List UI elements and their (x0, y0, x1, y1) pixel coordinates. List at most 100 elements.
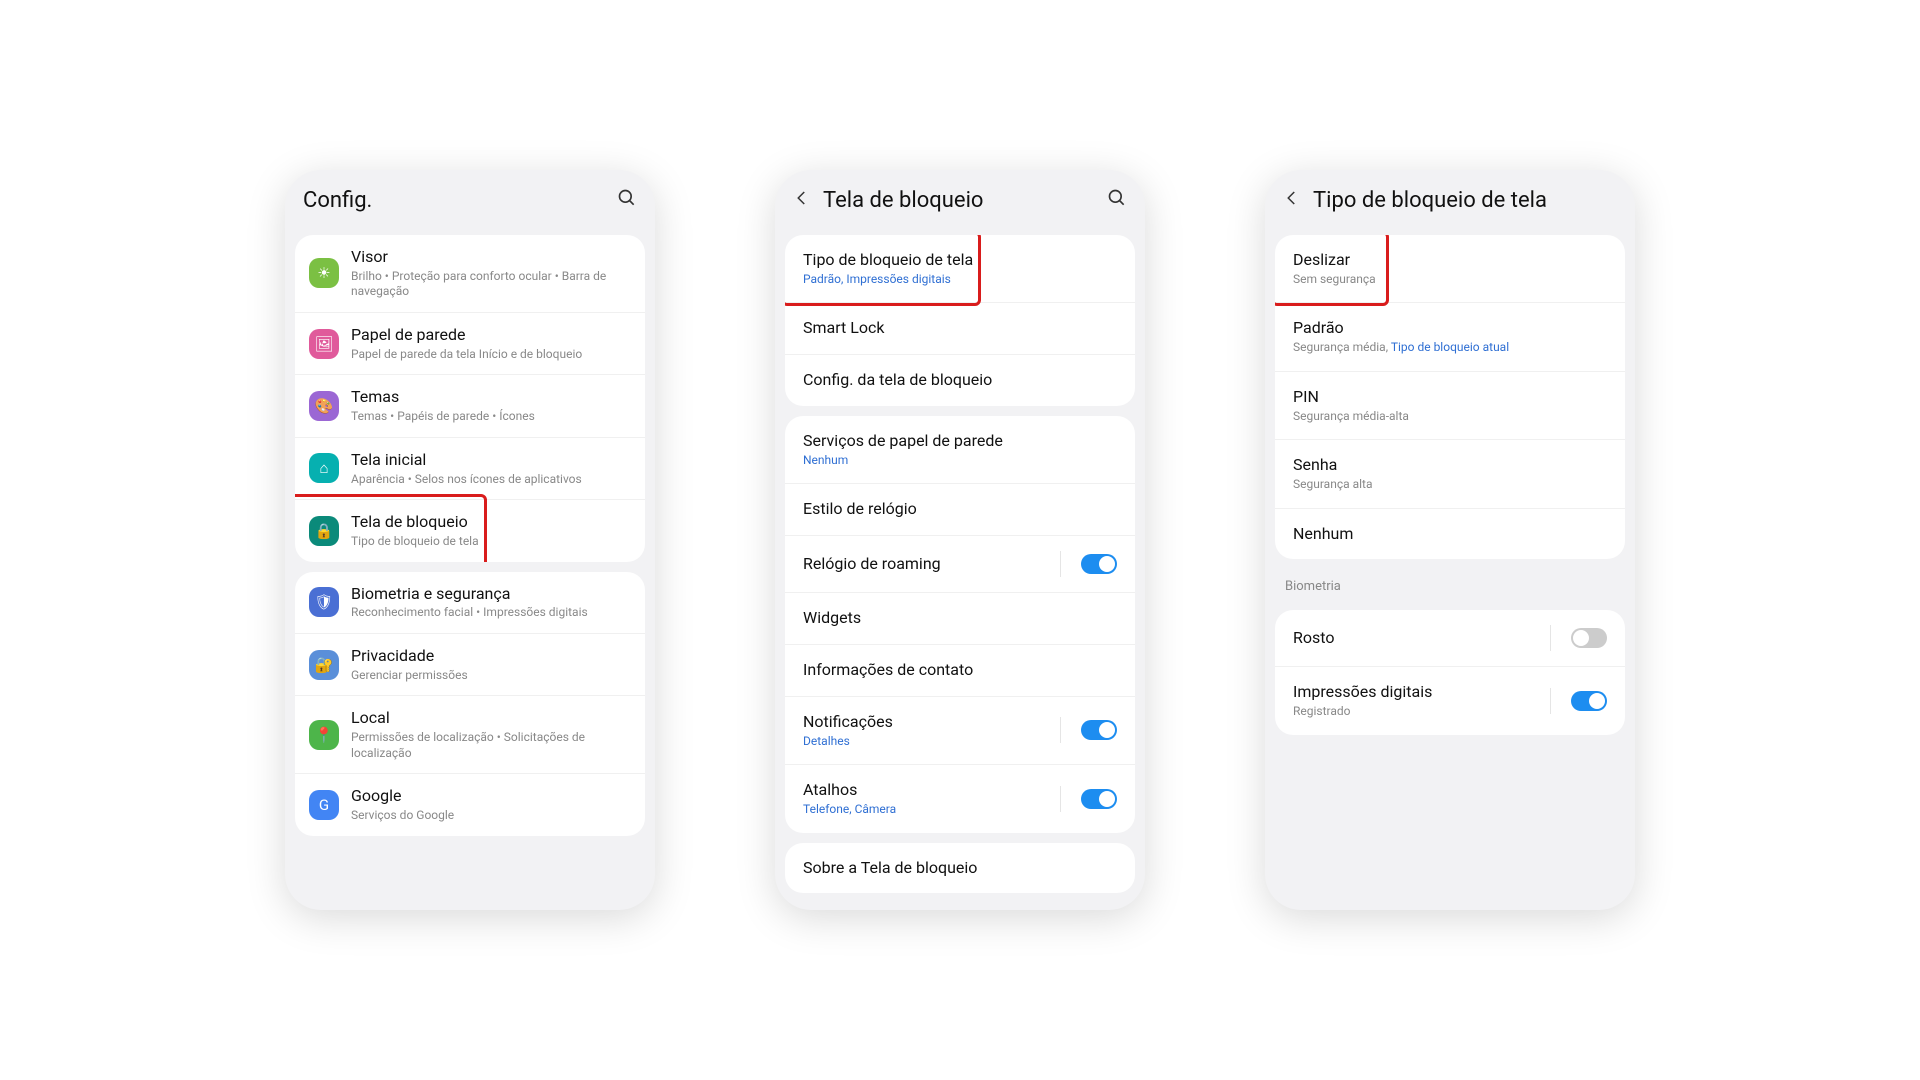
visor-icon: ☀ (309, 258, 339, 288)
settings-section: Sobre a Tela de bloqueio (785, 843, 1135, 894)
home-icon: ⌂ (309, 453, 339, 483)
item-subtitle: Papel de parede da tela Início e de bloq… (351, 347, 631, 363)
page-title: Tela de bloqueio (823, 188, 1095, 213)
back-icon[interactable] (793, 188, 811, 213)
item-title: Deslizar (1293, 250, 1607, 271)
item-subtitle: Registrado (1293, 704, 1538, 720)
item-title: Serviços de papel de parede (803, 431, 1117, 452)
item-title: Tela inicial (351, 450, 631, 471)
item-subtitle: Reconhecimento facial • Impressões digit… (351, 605, 631, 621)
notifications-toggle[interactable] (1081, 720, 1117, 740)
themes-icon: 🎨 (309, 391, 339, 421)
item-title: Privacidade (351, 646, 631, 667)
item-text: PINSegurança média-alta (1293, 387, 1607, 424)
item-text: Nenhum (1293, 524, 1607, 545)
item-text: Estilo de relógio (803, 499, 1117, 520)
item-title: Estilo de relógio (803, 499, 1117, 520)
item-text: PadrãoSegurança média, Tipo de bloqueio … (1293, 318, 1607, 355)
item-text: Informações de contato (803, 660, 1117, 681)
setting-item-roamingclock[interactable]: Relógio de roaming (785, 536, 1135, 593)
item-subtitle: Detalhes (803, 734, 1048, 750)
item-title: Smart Lock (803, 318, 1117, 339)
header: Tela de bloqueio (775, 170, 1145, 225)
item-title: Padrão (1293, 318, 1607, 339)
setting-item-location[interactable]: 📍 LocalPermissões de localização • Solici… (295, 696, 645, 774)
back-icon[interactable] (1283, 188, 1301, 213)
face-toggle[interactable] (1571, 628, 1607, 648)
item-title: Visor (351, 247, 631, 268)
item-subtitle: Telefone, Câmera (803, 802, 1048, 818)
setting-item-home[interactable]: ⌂ Tela inicialAparência • Selos nos ícone… (295, 438, 645, 500)
item-subtitle: Nenhum (803, 453, 1117, 469)
item-subtitle: Serviços do Google (351, 808, 631, 824)
item-text: Biometria e segurançaReconhecimento faci… (351, 584, 631, 621)
item-subtitle: Segurança alta (1293, 477, 1607, 493)
item-text: Tela inicialAparência • Selos nos ícones… (351, 450, 631, 487)
header: Tipo de bloqueio de tela (1265, 170, 1635, 225)
setting-item-fingerprint[interactable]: Impressões digitaisRegistrado (1275, 667, 1625, 734)
setting-item-face[interactable]: Rosto (1275, 610, 1625, 667)
setting-item-notifications[interactable]: NotificaçõesDetalhes (785, 697, 1135, 765)
settings-section: Tipo de bloqueio de telaPadrão, Impressõ… (785, 235, 1135, 406)
item-text: LocalPermissões de localização • Solicit… (351, 708, 631, 761)
setting-item-google[interactable]: GGoogleServiços do Google (295, 774, 645, 835)
setting-item-contactinfo[interactable]: Informações de contato (785, 645, 1135, 697)
shortcuts-toggle[interactable] (1081, 789, 1117, 809)
setting-item-wpservices[interactable]: Serviços de papel de paredeNenhum (785, 416, 1135, 484)
setting-item-about[interactable]: Sobre a Tela de bloqueio (785, 843, 1135, 894)
item-text: Smart Lock (803, 318, 1117, 339)
item-text: Papel de paredePapel de parede da tela I… (351, 325, 631, 362)
item-text: GoogleServiços do Google (351, 786, 631, 823)
search-icon[interactable] (617, 188, 637, 213)
setting-item-clockstyle[interactable]: Estilo de relógio (785, 484, 1135, 536)
search-icon[interactable] (1107, 188, 1127, 213)
setting-item-password[interactable]: SenhaSegurança alta (1275, 440, 1625, 508)
settings-section: Rosto Impressões digitaisRegistrado (1275, 610, 1625, 734)
item-subtitle: Segurança média-alta (1293, 409, 1607, 425)
setting-item-privacy[interactable]: 🔐PrivacidadeGerenciar permissões (295, 634, 645, 696)
setting-item-pattern[interactable]: PadrãoSegurança média, Tipo de bloqueio … (1275, 303, 1625, 371)
item-title: Local (351, 708, 631, 729)
item-text: NotificaçõesDetalhes (803, 712, 1048, 749)
page-title: Tipo de bloqueio de tela (1313, 188, 1617, 213)
item-title: Atalhos (803, 780, 1048, 801)
setting-item-themes[interactable]: 🎨TemasTemas • Papéis de parede • Ícones (295, 375, 645, 437)
item-subtitle: Segurança média, Tipo de bloqueio atual (1293, 340, 1607, 356)
item-title: Relógio de roaming (803, 554, 1048, 575)
setting-item-wallpaper[interactable]: 🖼Papel de paredePapel de parede da tela … (295, 313, 645, 375)
item-subtitle: Permissões de localização • Solicitações… (351, 730, 631, 761)
setting-item-none[interactable]: Nenhum (1275, 509, 1625, 560)
item-text: VisorBrilho • Proteção para conforto ocu… (351, 247, 631, 300)
header: Config. (285, 170, 655, 225)
setting-item-biometrics[interactable]: 🛡 Biometria e segurançaReconhecimento fac… (295, 572, 645, 634)
setting-item-widgets[interactable]: Widgets (785, 593, 1135, 645)
item-text: Widgets (803, 608, 1117, 629)
setting-item-locksettings[interactable]: Config. da tela de bloqueio (785, 355, 1135, 406)
item-subtitle: Aparência • Selos nos ícones de aplicati… (351, 472, 631, 488)
setting-item-lockscreen[interactable]: 🔒Tela de bloqueioTipo de bloqueio de tel… (295, 500, 645, 561)
biometrics-icon: 🛡 (309, 587, 339, 617)
setting-item-pin[interactable]: PINSegurança média-alta (1275, 372, 1625, 440)
setting-item-locktype[interactable]: Tipo de bloqueio de telaPadrão, Impressõ… (785, 235, 1135, 303)
item-title: PIN (1293, 387, 1607, 408)
settings-section: DeslizarSem segurançaPadrãoSegurança méd… (1275, 235, 1625, 559)
page-title: Config. (303, 188, 605, 213)
phone-settings: Config. ☀ VisorBrilho • Proteção para con… (285, 170, 655, 910)
phone-locktype: Tipo de bloqueio de tela DeslizarSem seg… (1265, 170, 1635, 910)
setting-item-swipe[interactable]: DeslizarSem segurança (1275, 235, 1625, 303)
setting-item-smartlock[interactable]: Smart Lock (785, 303, 1135, 355)
setting-item-visor[interactable]: ☀ VisorBrilho • Proteção para conforto oc… (295, 235, 645, 313)
item-subtitle: Tipo de bloqueio de tela (351, 534, 631, 550)
item-title: Sobre a Tela de bloqueio (803, 858, 1117, 879)
fingerprint-toggle[interactable] (1571, 691, 1607, 711)
phone-lockscreen: Tela de bloqueio Tipo de bloqueio de tel… (775, 170, 1145, 910)
item-subtitle: Brilho • Proteção para conforto ocular •… (351, 269, 631, 300)
location-icon: 📍 (309, 720, 339, 750)
setting-item-shortcuts[interactable]: AtalhosTelefone, Câmera (785, 765, 1135, 832)
item-title: Rosto (1293, 628, 1538, 649)
settings-section: 🛡 Biometria e segurançaReconhecimento fac… (295, 572, 645, 836)
roamingclock-toggle[interactable] (1081, 554, 1117, 574)
item-title: Widgets (803, 608, 1117, 629)
lockscreen-icon: 🔒 (309, 516, 339, 546)
item-title: Notificações (803, 712, 1048, 733)
